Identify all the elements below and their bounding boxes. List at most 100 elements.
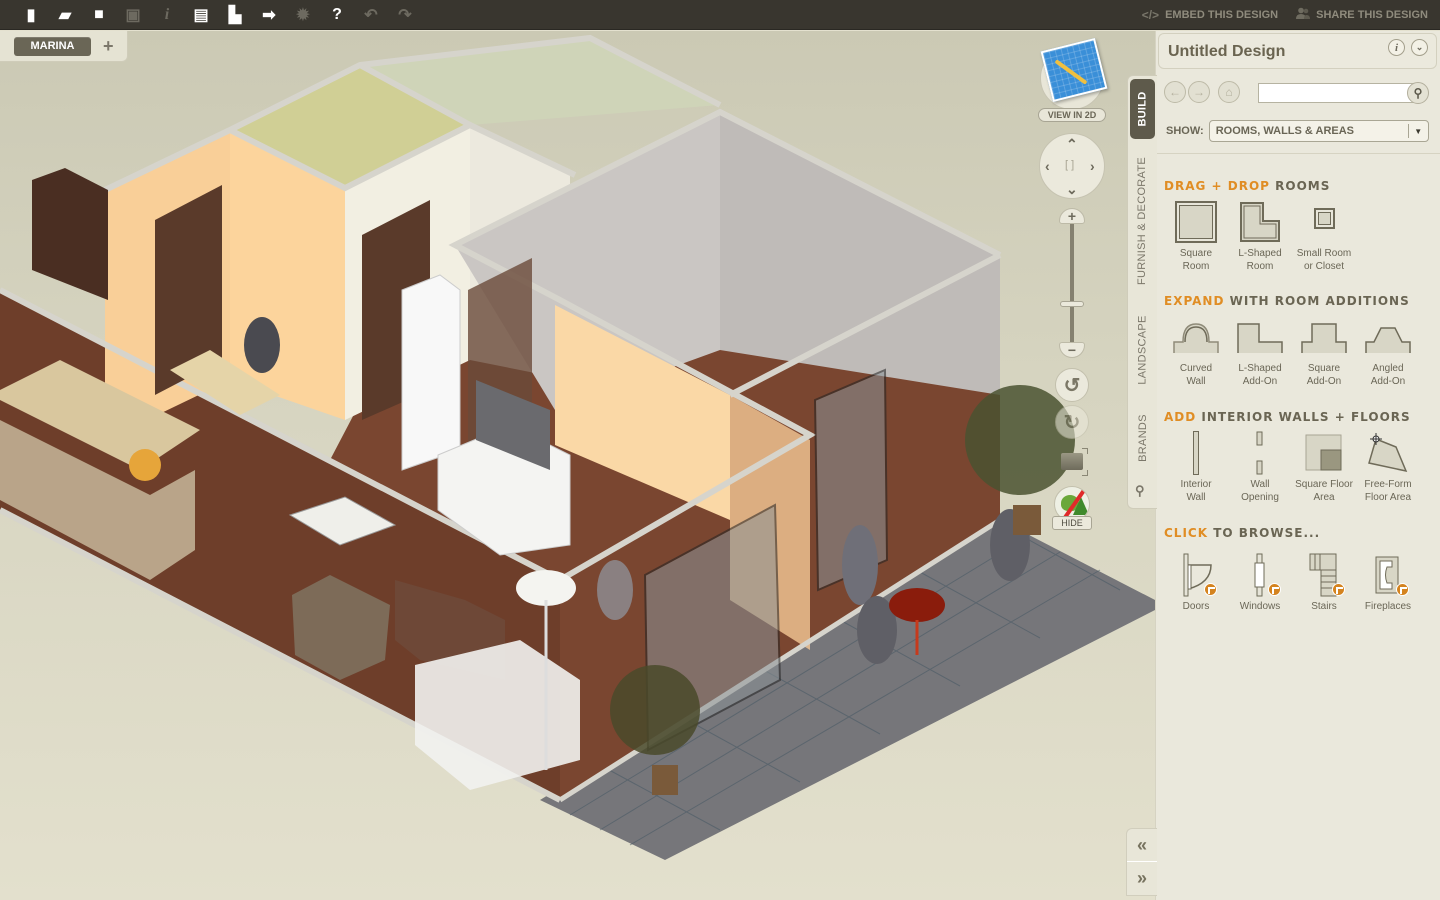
item-square-addon[interactable]: Square Add-On	[1292, 314, 1356, 388]
collapse-left-button[interactable]: «	[1127, 829, 1157, 862]
embed-label: EMBED THIS DESIGN	[1165, 9, 1279, 21]
pan-control: ⌃ ⌄ ‹ › [ ]	[1039, 133, 1105, 199]
pan-center-icon[interactable]: [ ]	[1065, 160, 1074, 171]
gray-wall-side	[720, 112, 1000, 395]
fit-to-screen-button[interactable]	[1058, 448, 1088, 476]
door-icon	[1171, 552, 1221, 598]
help-icon[interactable]: ?	[320, 0, 354, 30]
square-addon-icon	[1299, 314, 1349, 360]
item-angled-addon[interactable]: Angled Add-On	[1356, 314, 1420, 388]
show-select[interactable]: ROOMS, WALLS & AREAS ▼	[1208, 120, 1429, 142]
rotate-right-button[interactable]: ↻	[1055, 405, 1089, 439]
design-tab-marina[interactable]: MARINA	[14, 36, 91, 56]
section-title-rest: Interior Walls + Floors	[1201, 410, 1411, 424]
notepad-icon[interactable]: ▤	[184, 0, 218, 30]
share-label: SHARE THIS DESIGN	[1316, 9, 1428, 21]
isometric-floorplan-scene	[0, 34, 1155, 860]
egg-chair-4	[597, 560, 633, 620]
square-room-icon	[1171, 199, 1221, 245]
side-search-icon[interactable]: ⚲	[1135, 483, 1145, 499]
browse-arrow-icon	[1204, 583, 1217, 596]
square-floor-icon	[1299, 430, 1349, 476]
search-icon[interactable]: ⚲	[1407, 82, 1429, 104]
add-design-tab-button[interactable]: +	[103, 37, 114, 55]
print-icon[interactable]: ▙	[218, 0, 252, 30]
undo-icon[interactable]: ↶	[354, 0, 388, 30]
section-title-highlight: Drag + Drop	[1164, 179, 1270, 193]
pan-left-icon[interactable]: ‹	[1045, 159, 1050, 173]
design-tab-strip: MARINA +	[0, 31, 128, 62]
item-label: Interior Wall	[1180, 479, 1212, 503]
l-shaped-room-icon	[1235, 199, 1285, 245]
settings-gear-icon[interactable]: ✹	[286, 0, 320, 30]
item-label: Square Room	[1179, 248, 1213, 272]
home-button[interactable]: ⌂	[1218, 81, 1240, 103]
export-arrow-icon[interactable]: ➡	[252, 0, 286, 30]
item-square-room[interactable]: Square Room	[1164, 199, 1228, 273]
expand-down-icon[interactable]: ⌄	[1411, 39, 1428, 56]
users-icon	[1296, 7, 1311, 23]
item-label: Fireplaces	[1364, 601, 1412, 612]
item-label: Windows	[1239, 601, 1281, 612]
section-title-rest: to Browse...	[1213, 526, 1321, 540]
item-curved-wall[interactable]: Curved Wall	[1164, 314, 1228, 388]
design-title[interactable]: Untitled Design	[1168, 43, 1285, 61]
hide-landscape-button[interactable]: HIDE	[1052, 486, 1092, 531]
rotate-left-button[interactable]: ↺	[1055, 368, 1089, 402]
item-windows[interactable]: Windows	[1228, 552, 1292, 613]
3d-design-canvas[interactable]	[0, 31, 1155, 900]
item-fireplaces[interactable]: Fireplaces	[1356, 552, 1420, 613]
item-square-floor[interactable]: Square Floor Area	[1292, 430, 1356, 504]
item-l-shaped-addon[interactable]: L-Shaped Add-On	[1228, 314, 1292, 388]
item-wall-opening[interactable]: Wall Opening	[1228, 430, 1292, 504]
pan-down-icon[interactable]: ⌄	[1066, 182, 1078, 196]
zoom-out-button[interactable]: −	[1059, 342, 1085, 358]
redo-icon[interactable]: ↷	[388, 0, 422, 30]
design-title-box: Untitled Design i ⌄	[1158, 33, 1437, 69]
back-button[interactable]: ←	[1164, 81, 1186, 103]
save-icon[interactable]: ■	[82, 0, 116, 30]
item-label: Doors	[1182, 601, 1210, 612]
zoom-in-button[interactable]: +	[1059, 208, 1085, 224]
item-small-room[interactable]: Small Room or Closet	[1292, 199, 1356, 273]
pan-up-icon[interactable]: ⌃	[1066, 137, 1078, 151]
small-room-icon	[1299, 199, 1349, 245]
share-design-link[interactable]: SHARE THIS DESIGN	[1296, 7, 1428, 23]
view-in-2d-button[interactable]: VIEW IN 2D	[1038, 37, 1108, 122]
info-icon[interactable]: i	[150, 0, 184, 30]
open-folder-icon[interactable]: ▰	[48, 0, 82, 30]
item-label: L-Shaped Room	[1238, 248, 1282, 272]
zoom-rail[interactable]	[1070, 224, 1074, 342]
tab-build[interactable]: BUILD	[1130, 79, 1155, 139]
embed-design-link[interactable]: </> EMBED THIS DESIGN	[1142, 8, 1278, 22]
item-interior-wall[interactable]: Interior Wall	[1164, 430, 1228, 504]
catalog-search-input[interactable]	[1258, 83, 1418, 103]
code-icon: </>	[1141, 8, 1160, 22]
window-icon	[1235, 552, 1285, 598]
section-title-highlight: Add	[1164, 410, 1197, 424]
item-stairs[interactable]: Stairs	[1292, 552, 1356, 613]
section-title-rest: Rooms	[1275, 179, 1331, 193]
section-click-to-browse: Click to Browse... Doors Windows	[1164, 526, 1439, 613]
info-icon[interactable]: i	[1388, 39, 1405, 56]
zoom-thumb[interactable]	[1060, 301, 1084, 307]
tab-landscape[interactable]: LANDSCAPE	[1128, 308, 1157, 392]
item-freeform-floor[interactable]: Free-Form Floor Area	[1356, 430, 1420, 504]
red-side-table	[889, 588, 945, 622]
item-l-shaped-room[interactable]: L-Shaped Room	[1228, 199, 1292, 273]
tab-brands[interactable]: BRANDS	[1128, 406, 1157, 470]
pan-right-icon[interactable]: ›	[1090, 159, 1095, 173]
tab-landscape-label: LANDSCAPE	[1136, 315, 1149, 385]
tab-furnish-decorate[interactable]: FURNISH & DECORATE	[1128, 146, 1157, 296]
item-doors[interactable]: Doors	[1164, 552, 1228, 613]
hide-label: HIDE	[1052, 516, 1092, 530]
forward-button[interactable]: →	[1188, 81, 1210, 103]
browse-arrow-icon	[1332, 583, 1345, 596]
show-label: SHOW:	[1166, 125, 1204, 137]
interior-wall-icon	[1171, 430, 1221, 476]
view-in-2d-label: VIEW IN 2D	[1038, 108, 1106, 122]
zoom-slider[interactable]: + −	[1059, 208, 1085, 358]
new-file-icon[interactable]: ▮	[14, 0, 48, 30]
save-copy-icon[interactable]: ▣	[116, 0, 150, 30]
collapse-right-button[interactable]: »	[1127, 862, 1157, 895]
